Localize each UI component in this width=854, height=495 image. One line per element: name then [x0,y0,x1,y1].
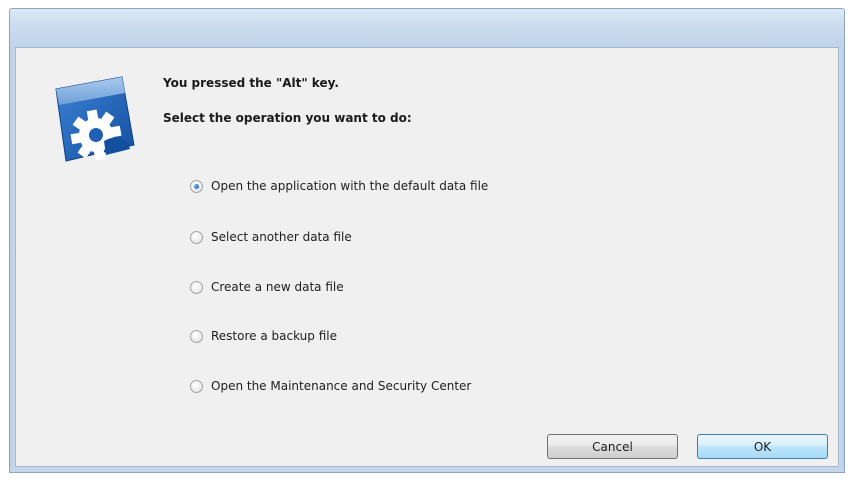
dialog-heading: You pressed the "Alt" key. [163,76,339,90]
option-create-new[interactable]: Create a new data file [190,277,344,297]
option-open-default[interactable]: Open the application with the default da… [190,176,488,196]
radio-open-default[interactable] [190,179,203,193]
ok-button[interactable]: OK [697,434,828,459]
settings-gear-icon [55,76,135,162]
cancel-button[interactable]: Cancel [547,434,678,459]
radio-create-new[interactable] [190,280,203,294]
option-label: Restore a backup file [211,329,337,343]
window-frame-right [839,47,845,471]
title-bar[interactable] [9,8,845,47]
dialog-window: You pressed the "Alt" key. Select the op… [0,0,854,495]
dialog-instruction: Select the operation you want to do: [163,111,412,125]
radio-select-another[interactable] [190,230,203,244]
option-select-another[interactable]: Select another data file [190,227,352,247]
dialog-body [15,47,839,467]
option-maintenance-center[interactable]: Open the Maintenance and Security Center [190,376,471,396]
radio-maintenance-center[interactable] [190,379,203,393]
option-label: Open the application with the default da… [211,179,489,193]
option-label: Create a new data file [211,280,344,294]
option-label: Open the Maintenance and Security Center [211,379,472,393]
option-restore-backup[interactable]: Restore a backup file [190,326,337,346]
radio-restore-backup[interactable] [190,329,203,343]
option-label: Select another data file [211,230,352,244]
window-frame-bottom [9,467,845,473]
